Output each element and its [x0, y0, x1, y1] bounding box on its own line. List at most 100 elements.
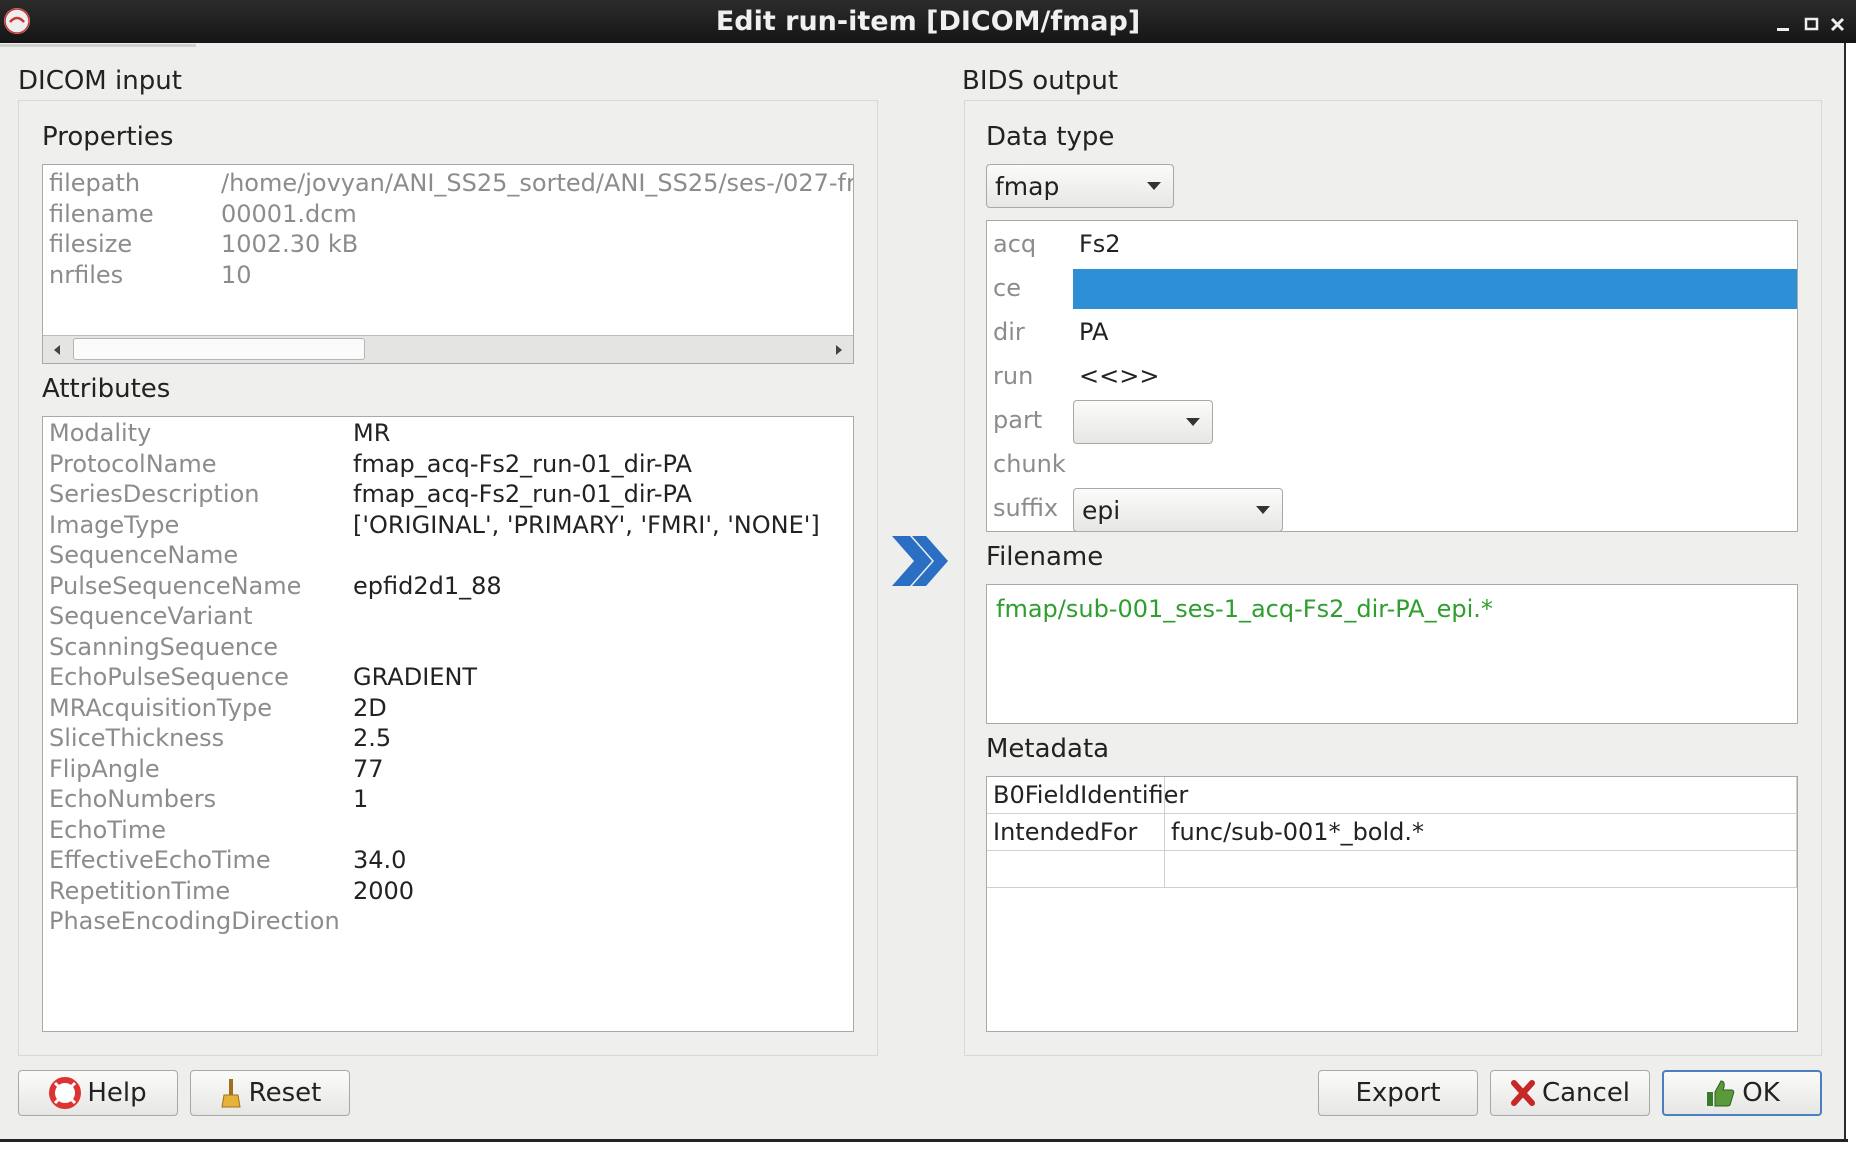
attribute-key: EchoTime — [49, 815, 166, 844]
reset-button[interactable]: Reset — [190, 1070, 350, 1116]
property-value: 1002.30 kB — [221, 230, 359, 258]
metadata-value-cell[interactable]: func/sub-001*_bold.* — [1165, 814, 1797, 851]
cancel-label: Cancel — [1541, 1078, 1631, 1108]
entity-row-dir[interactable]: dir PA — [987, 311, 1797, 355]
entity-row-run[interactable]: run <<>> — [987, 355, 1797, 399]
attribute-row[interactable]: SliceThickness 2.5 — [43, 724, 853, 754]
entity-key: ce — [993, 274, 1021, 302]
entity-row-suffix[interactable]: suffix epi — [987, 487, 1797, 531]
attribute-row[interactable]: EchoPulseSequence GRADIENT — [43, 663, 853, 693]
filename-field[interactable]: fmap/sub-001_ses-1_acq-Fs2_dir-PA_epi.* — [986, 584, 1798, 724]
property-value: /home/jovyan/ANI_SS25_sorted/ANI_SS25/se… — [221, 169, 854, 197]
attribute-value: ['ORIGINAL', 'PRIMARY', 'FMRI', 'NONE'] — [353, 510, 820, 539]
metadata-value-cell[interactable] — [1165, 777, 1797, 814]
entity-suffix-dropdown[interactable]: epi — [1073, 488, 1283, 531]
attribute-value: 2D — [353, 693, 387, 722]
attributes-label: Attributes — [42, 374, 171, 404]
entity-row-acq[interactable]: acq Fs2 — [987, 223, 1797, 267]
entity-ce-selected-field[interactable] — [1073, 269, 1797, 309]
attribute-value: 77 — [353, 754, 384, 783]
data-type-label: Data type — [986, 122, 1115, 152]
entity-part-dropdown[interactable] — [1073, 400, 1213, 444]
attribute-row[interactable]: SequenceName — [43, 541, 853, 571]
entity-dir-value[interactable]: PA — [1079, 318, 1108, 346]
export-label: Export — [1355, 1078, 1441, 1108]
attribute-key: EffectiveEchoTime — [49, 846, 271, 874]
properties-label: Properties — [42, 122, 174, 152]
minimize-icon[interactable] — [1774, 10, 1794, 31]
metadata-table[interactable]: B0FieldIdentifier IntendedFor func/sub-001… — [986, 776, 1798, 1032]
metadata-key-cell[interactable] — [987, 851, 1165, 888]
maximize-icon[interactable] — [1802, 10, 1822, 31]
bids-output-label: BIDS output — [962, 66, 1119, 96]
properties-h-scrollbar[interactable] — [43, 335, 853, 363]
title-bar[interactable]: Edit run-item [DICOM/fmap] — [0, 0, 1856, 43]
attribute-value: fmap_acq-Fs2_run-01_dir-PA — [353, 480, 692, 508]
attribute-row[interactable]: MRAcquisitionType 2D — [43, 694, 853, 724]
attribute-value: 2000 — [353, 876, 415, 905]
attribute-key: EchoNumbers — [49, 785, 217, 813]
entity-row-ce[interactable]: ce — [987, 267, 1797, 311]
chevron-down-icon — [1147, 182, 1161, 190]
attribute-key: SliceThickness — [49, 724, 225, 752]
attribute-key: Modality — [49, 419, 152, 447]
properties-table[interactable]: filepath/home/jovyan/ANI_SS25_sorted/ANI… — [42, 164, 854, 364]
window-bottom-border — [0, 1139, 1848, 1142]
window-title: Edit run-item [DICOM/fmap] — [715, 6, 1141, 37]
property-key: filename — [49, 199, 154, 228]
dicom-input-label: DICOM input — [18, 66, 182, 96]
entity-run-value[interactable]: <<>> — [1079, 362, 1159, 390]
attribute-row[interactable]: EchoNumbers 1 — [43, 785, 853, 815]
attribute-key: PulseSequenceName — [49, 571, 302, 600]
cancel-button[interactable]: Cancel — [1490, 1070, 1650, 1116]
attribute-row[interactable]: PulseSequenceName epfid2d1_88 — [43, 572, 853, 602]
attribute-row[interactable]: ImageType ['ORIGINAL', 'PRIMARY', 'FMRI',… — [43, 511, 853, 541]
attribute-value: GRADIENT — [353, 663, 478, 691]
entity-row-chunk[interactable]: chunk — [987, 443, 1797, 487]
attribute-value: 1 — [353, 785, 369, 813]
attribute-row[interactable]: EchoTime — [43, 816, 853, 846]
attributes-table[interactable]: Modality MR ProtocolName fmap_acq-Fs2_run-0… — [42, 416, 854, 1032]
properties-scroll-thumb[interactable] — [73, 338, 365, 360]
attribute-row[interactable]: SequenceVariant — [43, 602, 853, 632]
export-button[interactable]: Export — [1318, 1070, 1478, 1116]
attribute-row[interactable]: ScanningSequence — [43, 633, 853, 663]
metadata-label: Metadata — [986, 734, 1110, 764]
data-type-dropdown[interactable]: fmap — [986, 164, 1174, 208]
attribute-row[interactable]: FlipAngle 77 — [43, 755, 853, 785]
property-key: nrfiles — [49, 260, 124, 289]
metadata-key-cell[interactable]: IntendedFor — [987, 814, 1165, 851]
double-chevron-right-icon — [888, 530, 952, 592]
attribute-row[interactable]: Modality MR — [43, 419, 853, 449]
close-icon[interactable] — [1828, 10, 1848, 32]
attribute-key: FlipAngle — [49, 754, 160, 783]
attribute-key: SeriesDescription — [49, 480, 260, 508]
attribute-value: epfid2d1_88 — [353, 571, 502, 600]
attribute-row[interactable]: PhaseEncodingDirection — [43, 907, 853, 937]
entity-suffix-value: epi — [1082, 495, 1121, 525]
filename-value: fmap/sub-001_ses-1_acq-Fs2_dir-PA_epi.* — [996, 595, 1493, 623]
attribute-key: MRAcquisitionType — [49, 693, 272, 722]
ok-button[interactable]: OK — [1662, 1070, 1822, 1116]
bids-entities-table[interactable]: acq Fs2 ce dir PA run <<>> part chunk suffix epi — [986, 220, 1798, 532]
broom-icon — [219, 1077, 243, 1109]
top-tab-indicator — [0, 44, 196, 47]
attribute-key: PhaseEncodingDirection — [49, 907, 340, 935]
cancel-icon — [1510, 1079, 1536, 1107]
entity-row-part[interactable]: part — [987, 399, 1797, 444]
attribute-key: EchoPulseSequence — [49, 663, 289, 691]
scroll-right-icon[interactable] — [825, 336, 853, 363]
attribute-row[interactable]: SeriesDescription fmap_acq-Fs2_run-01_dir… — [43, 480, 853, 510]
help-icon — [49, 1077, 82, 1109]
attribute-row[interactable]: RepetitionTime 2000 — [43, 877, 853, 907]
metadata-key-cell[interactable]: B0FieldIdentifier — [987, 777, 1188, 814]
entity-acq-value[interactable]: Fs2 — [1079, 230, 1121, 258]
attribute-row[interactable]: EffectiveEchoTime 34.0 — [43, 846, 853, 876]
attribute-key: ImageType — [49, 510, 180, 539]
scroll-left-icon[interactable] — [43, 336, 71, 363]
attribute-value: fmap_acq-Fs2_run-01_dir-PA — [353, 449, 692, 478]
help-button[interactable]: Help — [18, 1070, 178, 1116]
app-icon — [4, 8, 30, 34]
attribute-row[interactable]: ProtocolName fmap_acq-Fs2_run-01_dir-PA — [43, 450, 853, 480]
metadata-value-cell[interactable] — [1165, 851, 1797, 888]
